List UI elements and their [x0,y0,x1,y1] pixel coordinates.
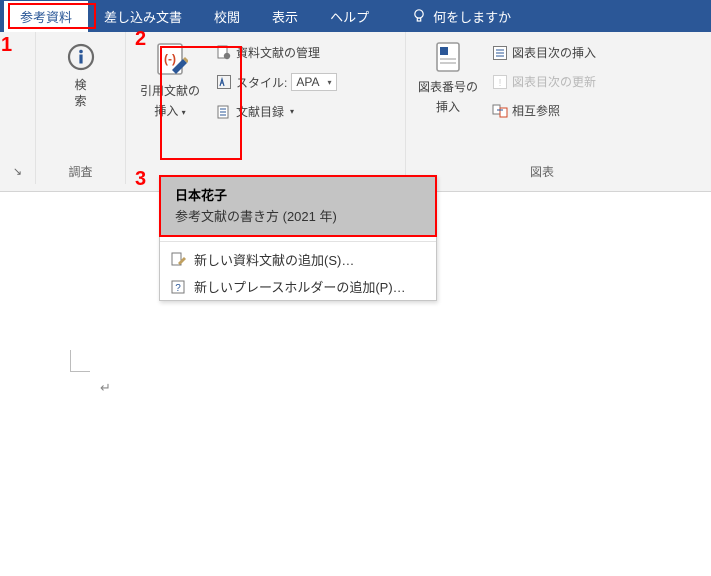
style-label: スタイル: [236,74,287,91]
tell-me-search[interactable]: 何をしますか [395,1,527,32]
new-placeholder-icon: ? [170,279,186,295]
style-value: APA [296,75,319,89]
tab-mailings[interactable]: 差し込み文書 [88,1,198,32]
annotation-label-2: 2 [135,28,146,51]
group-citations: (-) 引用文献の 挿入 ▾ 資料文献の管理 [126,32,406,184]
add-new-placeholder-label: 新しいプレースホルダーの追加(P)… [194,277,406,296]
table-figures-icon [492,45,508,61]
svg-text:?: ? [175,283,181,294]
group-research-label: 調査 [42,163,119,182]
chevron-down-icon: ▾ [290,107,294,116]
document-gear-icon [216,45,232,61]
tab-view[interactable]: 表示 [256,1,314,32]
insert-table-figures-button[interactable]: 図表目次の挿入 [490,42,598,63]
insert-citation-label2: 挿入 ▾ [154,104,185,120]
style-picker[interactable]: APA ▾ [291,73,336,91]
chevron-down-icon: ▾ [327,78,331,87]
manage-sources-label: 資料文献の管理 [236,44,320,61]
manage-sources-button[interactable]: 資料文献の管理 [214,42,338,63]
cross-reference-button[interactable]: 相互参照 [490,100,598,121]
citation-author: 日本花子 [175,185,421,204]
research-search-button[interactable]: 検 索 [58,36,104,113]
add-new-source-label: 新しい資料文献の追加(S)… [194,250,354,269]
info-icon [64,40,98,74]
citation-icon: (-) [152,40,188,80]
add-new-placeholder-item[interactable]: ? 新しいプレースホルダーの追加(P)… [160,273,436,300]
separator [160,241,436,242]
style-icon [216,74,232,90]
svg-text:!: ! [499,78,502,89]
page-corner-marker [70,350,90,372]
svg-text:(-): (-) [164,52,176,66]
lightbulb-icon [411,8,427,24]
ribbon-body: ↘ 検 索 調査 (-) [0,32,711,192]
tab-references[interactable]: 参考資料 [4,1,88,32]
tab-help[interactable]: ヘルプ [314,1,385,32]
citation-item[interactable]: 日本花子 参考文献の書き方 (2021 年) [159,175,437,237]
tab-review[interactable]: 校閲 [198,1,256,32]
cross-reference-label: 相互参照 [512,102,560,119]
tell-me-label: 何をしますか [433,7,511,26]
update-table-button: ! 図表目次の更新 [490,71,598,92]
new-source-icon [170,252,186,268]
citation-work: 参考文献の書き方 (2021 年) [175,206,421,225]
update-table-label: 図表目次の更新 [512,73,596,90]
insert-citation-label1: 引用文献の [140,84,200,100]
group-captions-label: 図表 [412,163,672,182]
group-captions: 図表番号の 挿入 図表目次の挿入 ! 図表目次の更新 [406,32,678,184]
chevron-down-icon: ▾ [182,108,186,117]
insert-caption-label2: 挿入 [436,100,460,116]
add-new-source-item[interactable]: 新しい資料文献の追加(S)… [160,246,436,273]
research-search-label: 検 索 [74,78,86,109]
update-icon: ! [492,74,508,90]
bibliography-icon [216,104,232,120]
ribbon-tabs: 参考資料 差し込み文書 校閲 表示 ヘルプ 何をしますか [0,0,711,32]
caption-icon [432,40,464,76]
annotation-label-3: 3 [135,168,146,191]
cross-ref-icon [492,103,508,119]
bibliography-button[interactable]: 文献目録 ▾ [214,101,338,122]
insert-caption-label1: 図表番号の [418,80,478,96]
group-research: 検 索 調査 [36,32,126,184]
dialog-launcher-icon[interactable]: ↘ [13,165,22,178]
insert-citation-dropdown: 日本花子 参考文献の書き方 (2021 年) 新しい資料文献の追加(S)… ? … [159,175,437,301]
paragraph-mark: ↵ [100,380,111,396]
annotation-label-1: 1 [1,34,12,57]
insert-caption-button[interactable]: 図表番号の 挿入 [412,36,484,119]
insert-table-figures-label: 図表目次の挿入 [512,44,596,61]
bibliography-label: 文献目録 [236,103,284,120]
style-row: スタイル: APA ▾ [214,71,338,93]
